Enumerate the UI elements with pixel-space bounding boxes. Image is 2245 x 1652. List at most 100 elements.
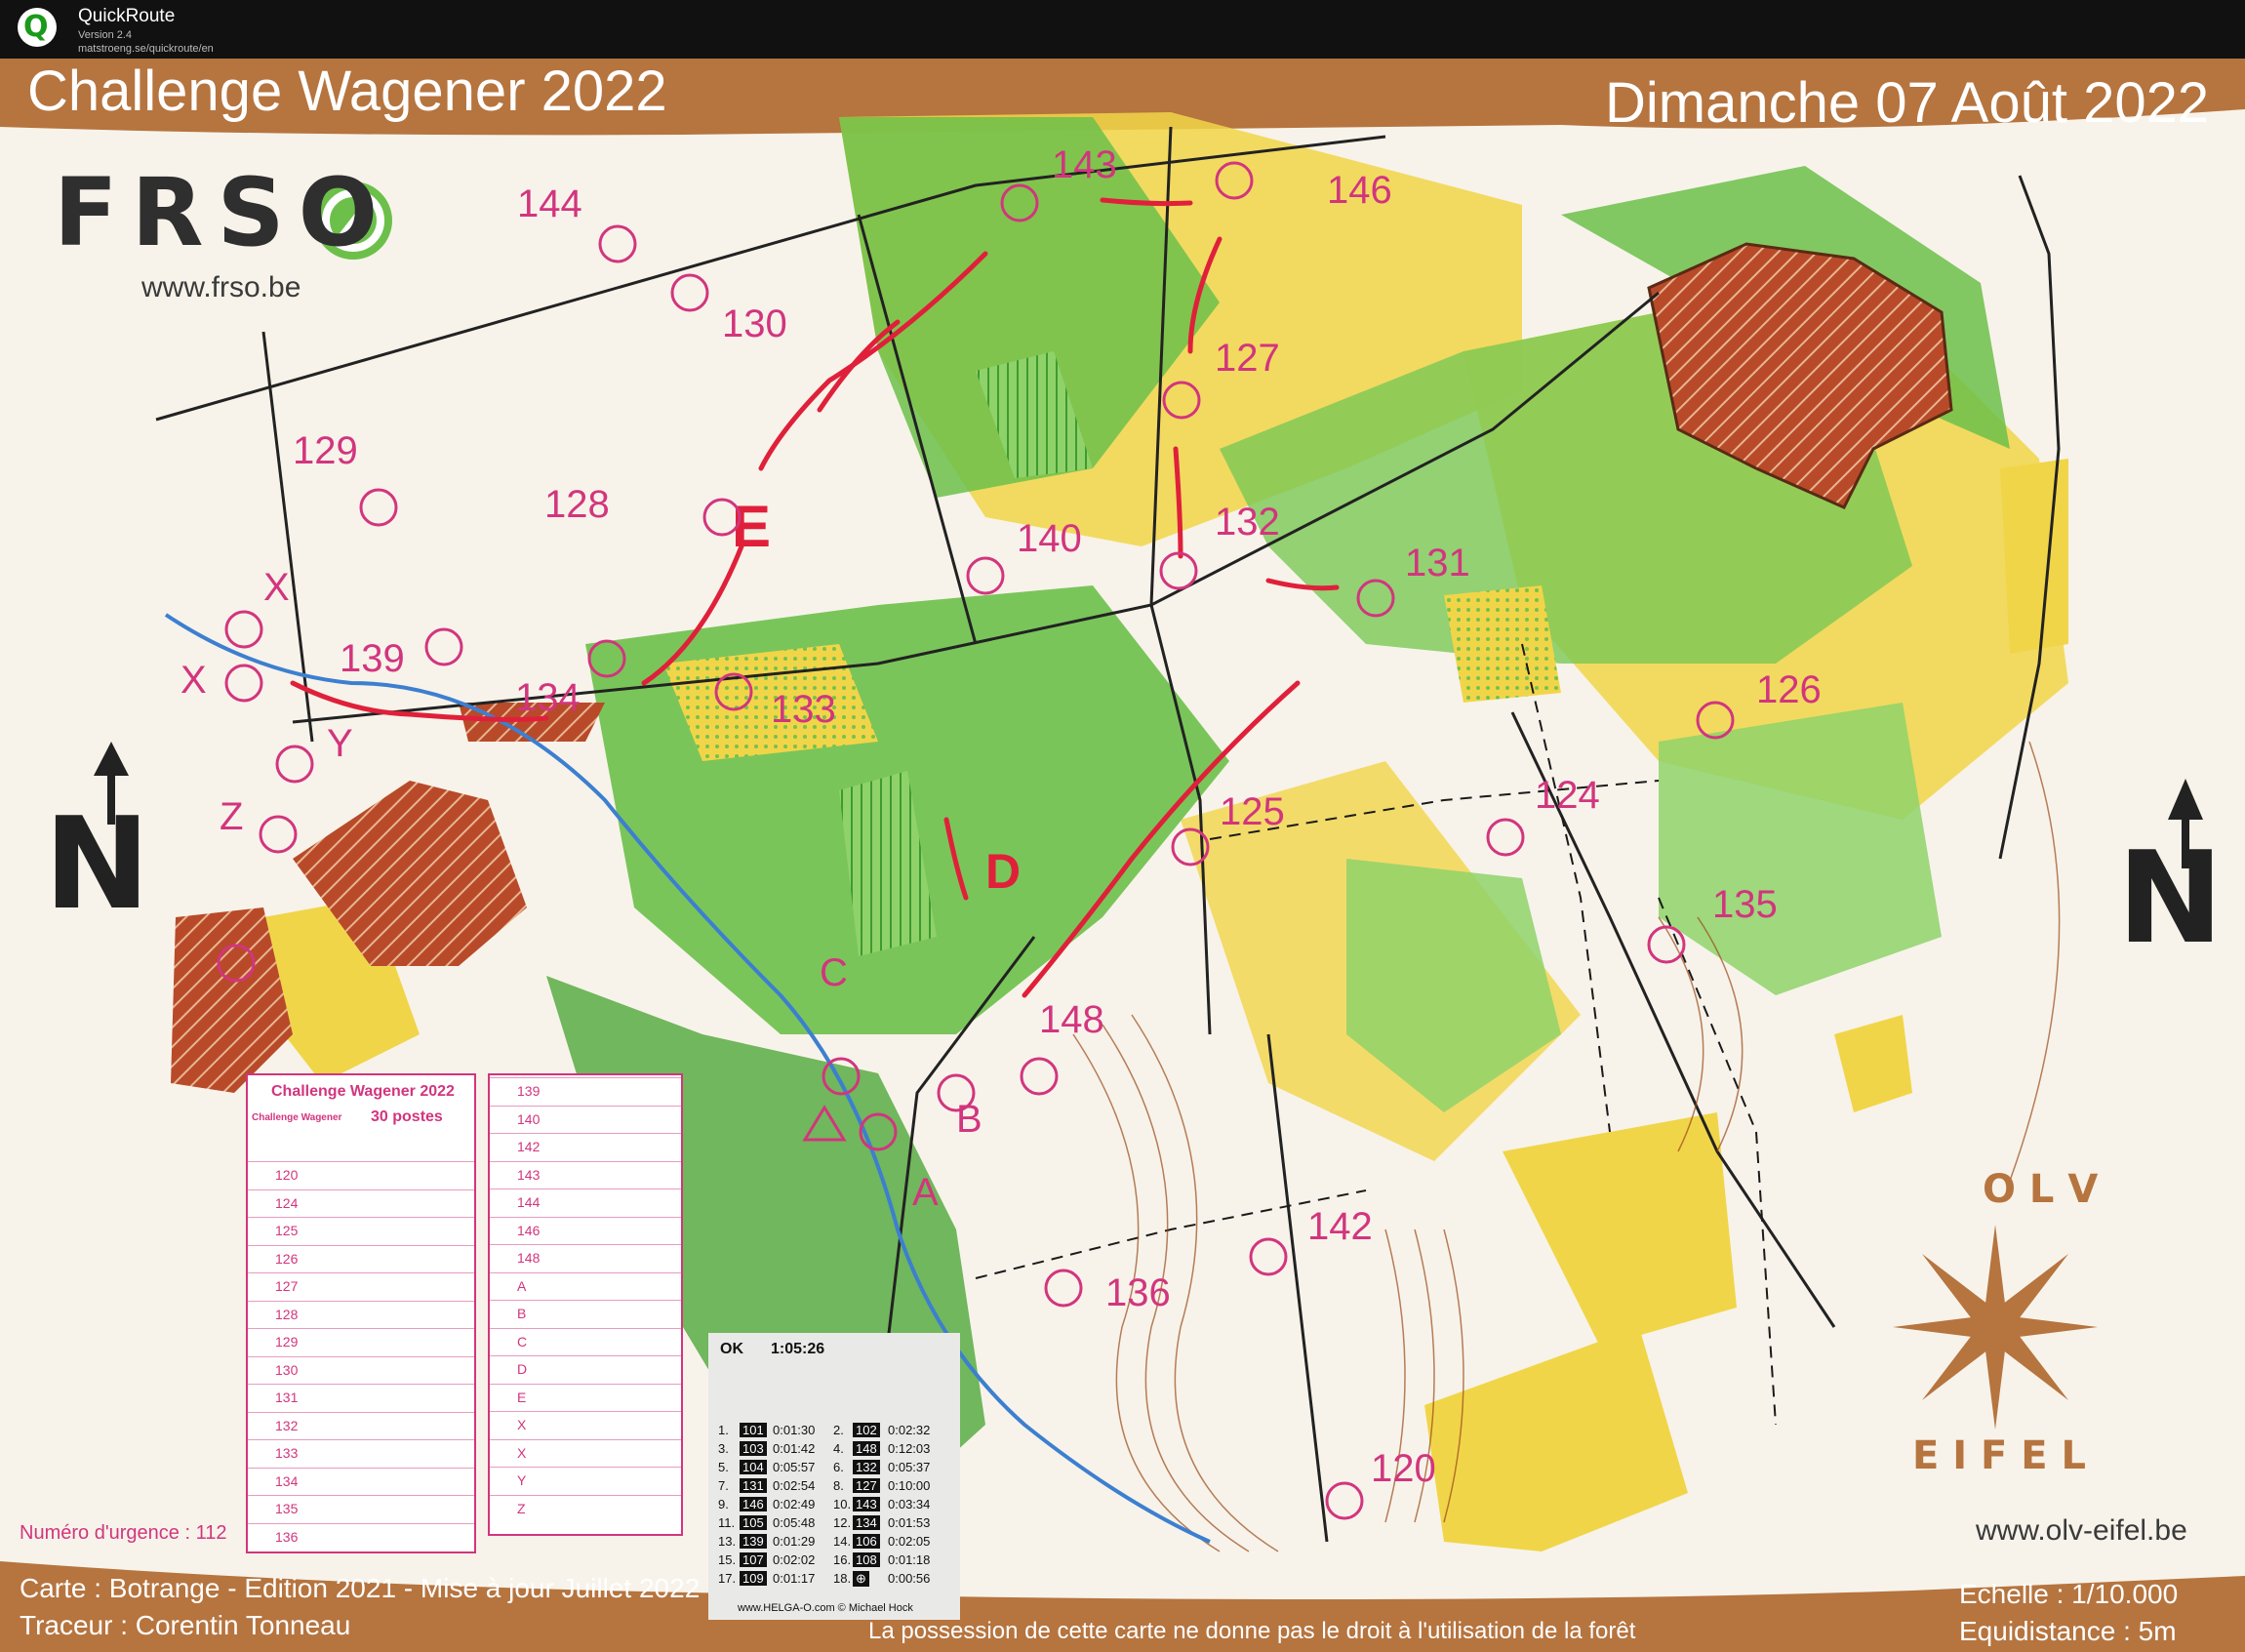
receipt-code: 101 [740,1423,767,1437]
receipt-value: 0:00:56 [888,1571,931,1586]
sheet-row: E [490,1383,681,1413]
receipt-code: ⊕ [853,1571,869,1587]
receipt-value: 0:05:37 [888,1460,931,1474]
sheet-control-code: 124 [275,1194,299,1211]
receipt-value: 0:10:00 [888,1478,931,1493]
control-label: 131 [1405,542,1470,584]
sheet-control-code: 135 [275,1501,299,1516]
map-date: Dimanche 07 Août 2022 [1605,71,2210,135]
control-label: 120 [1371,1447,1436,1490]
sheet-control-code: 146 [517,1222,541,1238]
receipt-value: 0:02:32 [888,1423,931,1437]
receipt-value: 7. [718,1478,729,1493]
control-label: 139 [340,637,405,680]
receipt-value: 0:01:29 [773,1534,816,1549]
sheet-row: X [490,1411,681,1440]
receipt-code: 146 [740,1497,767,1511]
sheet-control-code: 128 [275,1306,299,1322]
sheet-control-code: C [517,1333,528,1350]
receipt-value: 15. [718,1552,737,1567]
app-name: QuickRoute [78,6,176,26]
sheet-row: 124 [248,1189,474,1219]
control-label: 133 [771,688,836,731]
emergency-number: Numéro d'urgence : 112 [20,1522,227,1544]
sheet-row: 142 [490,1133,681,1162]
sheet-control-code: E [517,1389,527,1405]
control-label: 130 [722,302,787,345]
orienteering-map[interactable]: E D 144 143 146 130 127 129 128 140 132 … [0,59,2245,1652]
receipt-value: 0:01:17 [773,1571,816,1586]
receipt-value: 17. [718,1571,737,1586]
control-label: A [912,1171,939,1214]
sheet-control-code: X [517,1444,527,1461]
receipt-row: 17. 109 0:01:17 18. ⊕ 0:00:56 [718,1571,952,1588]
receipt-code: 131 [740,1478,767,1493]
receipt-row: 9. 146 0:02:49 10. 143 0:03:34 [718,1497,952,1513]
control-label: B [956,1098,982,1141]
app-url[interactable]: matstroeng.se/quickroute/en [78,43,214,55]
frso-url: www.frso.be [141,271,301,303]
control-label: 126 [1756,668,1822,711]
receipt-value: 0:01:18 [888,1552,931,1567]
olv-url: www.olv-eifel.be [1976,1514,2187,1547]
sheet-control-code: 148 [517,1250,541,1266]
receipt-value: 0:02:54 [773,1478,816,1493]
receipt-footer: www.HELGA-O.com © Michael Hock [738,1602,913,1614]
course-setter: Traceur : Corentin Tonneau [20,1610,351,1640]
receipt-row: 5. 104 0:05:57 6. 132 0:05:37 [718,1460,952,1476]
quickroute-logo-icon: Q [18,8,57,47]
control-label: 129 [293,429,358,472]
receipt-code: 106 [853,1534,880,1549]
control-label: 140 [1017,517,1082,560]
receipt-value: 0:02:02 [773,1552,816,1567]
control-label: C [820,951,848,994]
receipt-row: 13. 139 0:01:29 14. 106 0:02:05 [718,1534,952,1551]
sheet-control-code: 143 [517,1166,541,1183]
sheet-row: B [490,1300,681,1329]
sheet-row: 132 [248,1411,474,1441]
receipt-value: 0:12:03 [888,1441,931,1456]
receipt-code: 105 [740,1515,767,1530]
title-bar: Q QuickRoute Version 2.4 matstroeng.se/q… [0,0,2245,59]
receipt-value: 6. [833,1460,844,1474]
sheet-row: 135 [248,1495,474,1524]
control-label: 143 [1052,143,1117,186]
receipt-code: 132 [853,1460,880,1474]
sheet-control-code: 139 [517,1083,541,1099]
control-label: 146 [1327,169,1392,212]
control-label: 134 [515,676,581,719]
sheet-control-code: 132 [275,1417,299,1433]
sheet-control-code: Y [517,1472,527,1488]
sheet-row: 136 [248,1522,474,1552]
control-label: 135 [1712,883,1778,926]
map-edition: Carte : Botrange - Edition 2021 - Mise à… [20,1573,701,1603]
receipt-code: 107 [740,1552,767,1567]
sheet-row: 120 [248,1161,474,1190]
sheet-control-code: B [517,1306,527,1321]
receipt-value: 14. [833,1534,852,1549]
receipt-code: 109 [740,1571,767,1586]
control-label: Z [220,795,243,838]
frso-logo: FRSO [54,158,392,267]
receipt-value: 0:01:53 [888,1515,931,1530]
receipt-row: 1. 101 0:01:30 2. 102 0:02:32 [718,1423,952,1439]
sheet-control-code: X [517,1417,527,1432]
sheet-control-code: 133 [275,1445,299,1461]
receipt-code: 103 [740,1441,767,1456]
app-version: Version 2.4 [78,29,133,41]
receipt-value: 16. [833,1552,852,1567]
receipt-code: 104 [740,1460,767,1474]
receipt-code: 102 [853,1423,880,1437]
north-arrow-left: N [44,742,150,938]
receipt-row: 7. 131 0:02:54 8. 127 0:10:00 [718,1478,952,1495]
control-label: 142 [1307,1205,1373,1248]
receipt-value: 0:03:34 [888,1497,931,1511]
receipt-value: 8. [833,1478,844,1493]
control-label: X [180,659,207,702]
description-sheet-left: Challenge Wagener 2022 Challenge Wagener… [246,1073,476,1553]
forest-notice: La possession de cette carte ne donne pa… [868,1618,1636,1644]
sheet-row: Y [490,1467,681,1496]
sheet-control-code: 129 [275,1334,299,1350]
quickroute-app: Q QuickRoute Version 2.4 matstroeng.se/q… [0,0,2245,1652]
sheet-control-code: 125 [275,1223,299,1238]
